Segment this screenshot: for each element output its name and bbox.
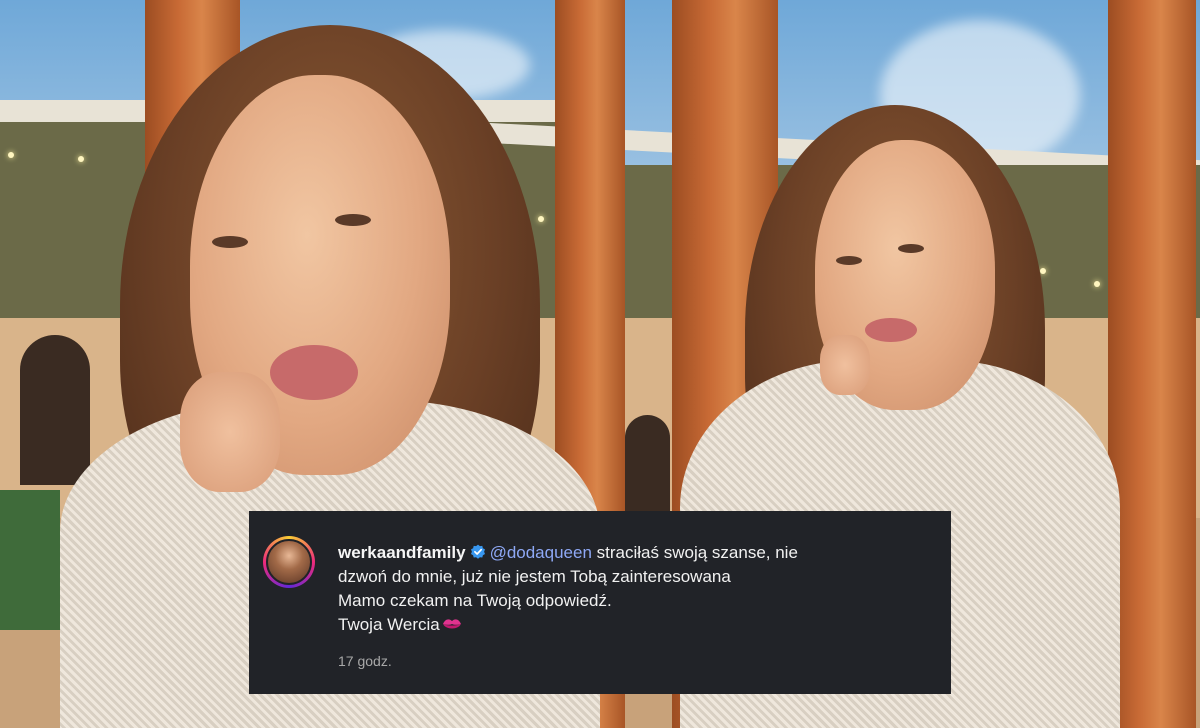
comment-line: Mamo czekam na Twoją odpowiedź.: [338, 591, 612, 610]
username-link[interactable]: werkaandfamily: [338, 543, 466, 562]
lawn: [0, 490, 60, 630]
archway: [20, 335, 90, 485]
person-right-hand: [820, 335, 870, 395]
person-left-hand: [180, 372, 280, 492]
archway: [625, 415, 670, 515]
profile-avatar[interactable]: [263, 536, 315, 588]
instagram-comment-card: werkaandfamily @dodaqueen straciłaś swoją…: [249, 511, 951, 694]
person-left-eye: [212, 236, 248, 248]
person-left-lips: [270, 345, 358, 400]
comment-line: dzwoń do mnie, już nie jestem Tobą zaint…: [338, 567, 731, 586]
kiss-lips-icon: [442, 619, 461, 629]
person-right-lips: [865, 318, 917, 342]
comment-text: werkaandfamily @dodaqueen straciłaś swoją…: [338, 541, 928, 637]
string-light: [8, 152, 14, 158]
person-left-eye: [335, 214, 371, 226]
person-right-eye: [836, 256, 862, 265]
mention-link[interactable]: @dodaqueen: [490, 543, 592, 562]
wooden-pillar: [1108, 0, 1196, 728]
person-right-eye: [898, 244, 924, 253]
verified-badge-icon: [470, 544, 485, 559]
comment-line: straciłaś swoją szanse, nie: [596, 543, 798, 562]
comment-line: Twoja Wercia: [338, 615, 440, 634]
string-light: [1094, 281, 1100, 287]
string-light: [78, 156, 84, 162]
avatar-image: [266, 539, 312, 585]
string-light: [538, 216, 544, 222]
string-light: [1040, 268, 1046, 274]
comment-timestamp: 17 godz.: [338, 653, 392, 669]
